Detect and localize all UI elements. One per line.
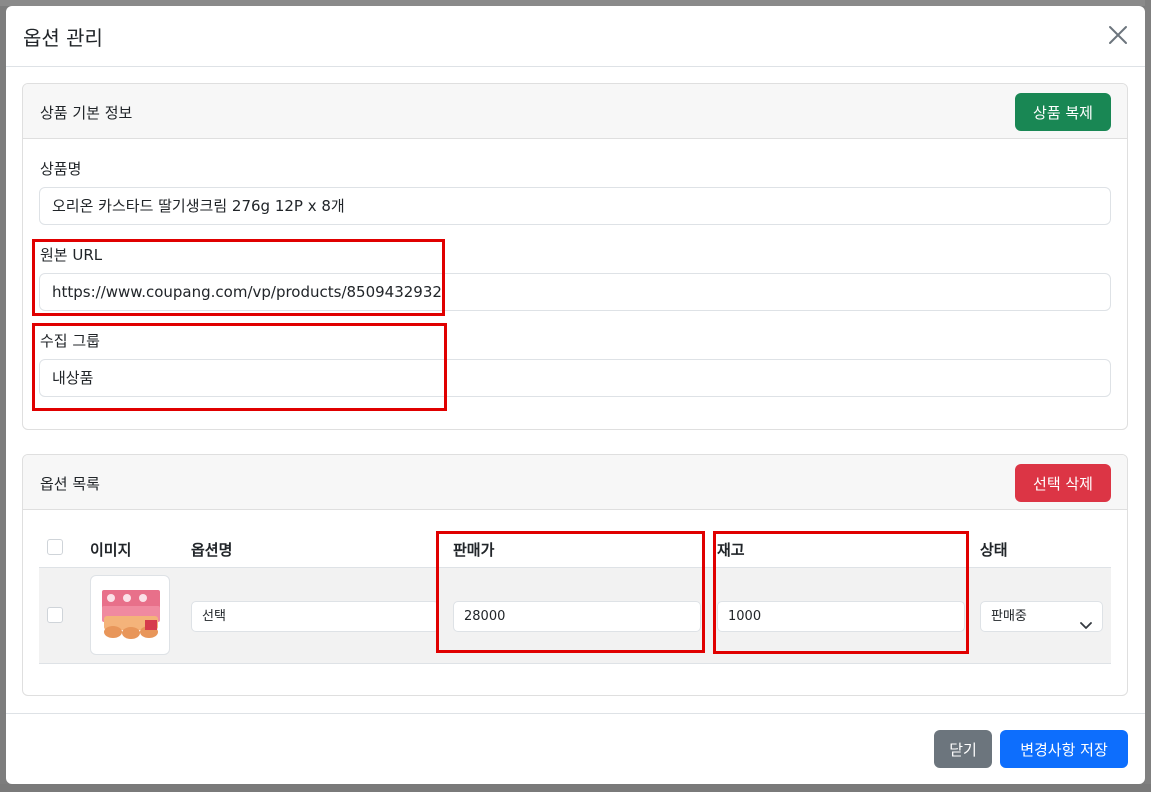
col-image: 이미지 xyxy=(90,541,132,559)
product-thumbnail xyxy=(90,575,170,655)
modal-footer: 닫기 변경사항 저장 xyxy=(6,713,1145,784)
status-select[interactable]: 판매중 xyxy=(980,601,1103,632)
col-status: 상태 xyxy=(980,541,1008,559)
options-header: 옵션 목록 선택 삭제 xyxy=(23,455,1127,510)
backdrop-right xyxy=(1145,0,1151,792)
price-input[interactable]: 28000 xyxy=(453,601,701,632)
close-button[interactable]: 닫기 xyxy=(934,730,992,768)
option-name-input[interactable]: 선택 xyxy=(191,601,439,632)
col-price: 판매가 xyxy=(453,541,495,559)
basic-info-header: 상품 기본 정보 상품 복제 xyxy=(23,84,1127,139)
source-url-label: 원본 URL xyxy=(40,246,103,264)
product-name-input[interactable]: 오리온 카스타드 딸기생크림 276g 12P x 8개 xyxy=(39,187,1111,225)
collect-group-input[interactable]: 내상품 xyxy=(39,359,1111,397)
collect-group-label: 수집 그룹 xyxy=(40,332,100,350)
close-icon[interactable] xyxy=(1107,24,1129,46)
chevron-down-icon xyxy=(1080,612,1092,641)
row-checkbox[interactable] xyxy=(47,607,63,623)
basic-info-title: 상품 기본 정보 xyxy=(40,104,133,122)
modal-title: 옵션 관리 xyxy=(23,26,103,50)
option-manage-modal: 옵션 관리 상품 기본 정보 상품 복제 상품명 오리온 카스타드 딸기생크림 … xyxy=(6,6,1145,784)
col-option-name: 옵션명 xyxy=(191,541,233,559)
stock-input[interactable]: 1000 xyxy=(717,601,965,632)
options-card: 옵션 목록 선택 삭제 이미지 옵션명 판매가 재고 상태 선택 28000 1… xyxy=(22,454,1128,696)
source-url-input[interactable]: https://www.coupang.com/vp/products/8509… xyxy=(39,273,1111,311)
duplicate-product-button[interactable]: 상품 복제 xyxy=(1015,93,1111,131)
col-stock: 재고 xyxy=(717,541,745,559)
modal-header: 옵션 관리 xyxy=(6,6,1145,67)
delete-selected-button[interactable]: 선택 삭제 xyxy=(1015,464,1111,502)
options-title: 옵션 목록 xyxy=(40,475,100,493)
status-value: 판매중 xyxy=(991,609,1027,624)
product-name-label: 상품명 xyxy=(40,160,82,178)
select-all-checkbox[interactable] xyxy=(47,539,63,555)
backdrop-bottom xyxy=(0,784,1151,792)
basic-info-card: 상품 기본 정보 상품 복제 상품명 오리온 카스타드 딸기생크림 276g 1… xyxy=(22,83,1128,430)
save-changes-button[interactable]: 변경사항 저장 xyxy=(1000,730,1128,768)
